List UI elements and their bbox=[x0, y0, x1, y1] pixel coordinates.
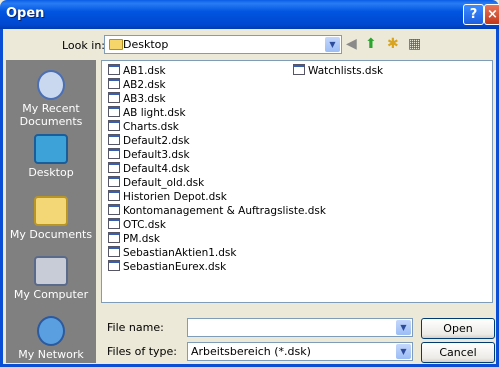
file-item[interactable]: PM.dsk bbox=[108, 232, 160, 246]
file-name: Kontomanagement & Auftragsliste.dsk bbox=[123, 205, 326, 217]
file-name: Charts.dsk bbox=[123, 121, 179, 133]
my-network-icon bbox=[37, 316, 65, 346]
open-button[interactable]: Open bbox=[421, 318, 495, 339]
file-name: AB2.dsk bbox=[123, 79, 166, 91]
chevron-down-icon[interactable]: ▼ bbox=[325, 37, 340, 52]
look-in-combo[interactable]: Desktop ▼ bbox=[104, 35, 342, 54]
file-item[interactable]: Default2.dsk bbox=[108, 134, 190, 148]
help-button[interactable]: ? bbox=[463, 4, 484, 25]
file-icon bbox=[108, 78, 120, 89]
file-icon bbox=[108, 232, 120, 243]
desktop-icon bbox=[34, 134, 68, 164]
file-icon bbox=[108, 190, 120, 201]
view-menu-icon[interactable]: ▦ bbox=[408, 36, 421, 52]
file-name-label: File name: bbox=[107, 321, 164, 334]
file-item[interactable]: SebastianEurex.dsk bbox=[108, 260, 226, 274]
back-icon[interactable]: ◀ bbox=[346, 36, 357, 52]
file-name: AB1.dsk bbox=[123, 65, 166, 77]
file-name: AB light.dsk bbox=[123, 107, 186, 119]
window-frame-left bbox=[0, 29, 3, 367]
place-label: My Computer bbox=[13, 288, 89, 301]
file-item[interactable]: Watchlists.dsk bbox=[293, 64, 383, 78]
file-icon bbox=[108, 64, 120, 75]
file-name: SebastianEurex.dsk bbox=[123, 261, 227, 273]
file-item[interactable]: Kontomanagement & Auftragsliste.dsk bbox=[108, 204, 326, 218]
file-name: Default_old.dsk bbox=[123, 177, 205, 189]
my-documents-icon bbox=[34, 196, 68, 226]
cancel-button[interactable]: Cancel bbox=[421, 342, 495, 363]
place-label: My Recent Documents bbox=[19, 102, 83, 128]
file-name: Watchlists.dsk bbox=[308, 65, 384, 77]
place-label: Desktop bbox=[28, 166, 74, 179]
file-icon bbox=[108, 218, 120, 229]
folder-icon bbox=[109, 39, 123, 50]
place-label: My Network bbox=[18, 348, 84, 361]
place-desktop[interactable]: Desktop bbox=[6, 134, 96, 179]
file-icon bbox=[108, 106, 120, 117]
file-icon bbox=[108, 162, 120, 173]
place-my-recent-documents[interactable]: My Recent Documents bbox=[6, 70, 96, 128]
chevron-down-icon[interactable]: ▼ bbox=[396, 344, 411, 359]
place-my-documents[interactable]: My Documents bbox=[6, 196, 96, 241]
file-item[interactable]: AB2.dsk bbox=[108, 78, 166, 92]
file-item[interactable]: Default_old.dsk bbox=[108, 176, 204, 190]
new-folder-icon[interactable]: ✱ bbox=[387, 36, 399, 52]
file-item[interactable]: AB1.dsk bbox=[108, 64, 166, 78]
look-in-value: Desktop bbox=[123, 38, 169, 51]
file-name: Default4.dsk bbox=[123, 163, 190, 175]
file-item[interactable]: Default3.dsk bbox=[108, 148, 190, 162]
file-name: AB3.dsk bbox=[123, 93, 166, 105]
file-name: PM.dsk bbox=[123, 233, 160, 245]
recent-documents-icon bbox=[37, 70, 65, 100]
up-folder-icon[interactable]: ⬆ bbox=[365, 36, 377, 52]
file-icon bbox=[293, 64, 305, 75]
window-title: Open bbox=[6, 6, 45, 21]
file-icon bbox=[108, 134, 120, 145]
file-item[interactable]: Historien Depot.dsk bbox=[108, 190, 227, 204]
file-name: OTC.dsk bbox=[123, 219, 166, 231]
file-icon bbox=[108, 246, 120, 257]
place-my-computer[interactable]: My Computer bbox=[6, 256, 96, 301]
file-icon bbox=[108, 260, 120, 271]
file-name: SebastianAktien1.dsk bbox=[123, 247, 237, 259]
file-item[interactable]: AB light.dsk bbox=[108, 106, 186, 120]
file-item[interactable]: OTC.dsk bbox=[108, 218, 166, 232]
file-item[interactable]: Default4.dsk bbox=[108, 162, 190, 176]
file-name: Default2.dsk bbox=[123, 135, 190, 147]
file-icon bbox=[108, 148, 120, 159]
title-bar: Open ? × bbox=[0, 0, 499, 29]
my-computer-icon bbox=[34, 256, 68, 286]
close-button[interactable]: × bbox=[484, 4, 499, 25]
file-icon bbox=[108, 92, 120, 103]
place-label: My Documents bbox=[9, 228, 93, 241]
place-my-network[interactable]: My Network bbox=[6, 316, 96, 361]
file-type-select[interactable]: Arbeitsbereich (*.dsk) ▼ bbox=[187, 342, 413, 361]
file-list[interactable]: AB1.dsk AB2.dsk AB3.dsk AB light.dsk Cha… bbox=[101, 60, 493, 303]
file-icon bbox=[108, 204, 120, 215]
file-type-label: Files of type: bbox=[107, 345, 178, 358]
file-name: Historien Depot.dsk bbox=[123, 191, 227, 203]
file-name: Default3.dsk bbox=[123, 149, 190, 161]
chevron-down-icon[interactable]: ▼ bbox=[396, 320, 411, 335]
file-icon bbox=[108, 120, 120, 131]
file-name-input[interactable]: ▼ bbox=[187, 318, 413, 337]
places-bar: My Recent Documents Desktop My Documents… bbox=[6, 60, 96, 363]
file-type-value: Arbeitsbereich (*.dsk) bbox=[191, 345, 311, 358]
file-item[interactable]: Charts.dsk bbox=[108, 120, 179, 134]
file-icon bbox=[108, 176, 120, 187]
look-in-label: Look in: bbox=[62, 39, 105, 52]
file-item[interactable]: AB3.dsk bbox=[108, 92, 166, 106]
file-item[interactable]: SebastianAktien1.dsk bbox=[108, 246, 236, 260]
